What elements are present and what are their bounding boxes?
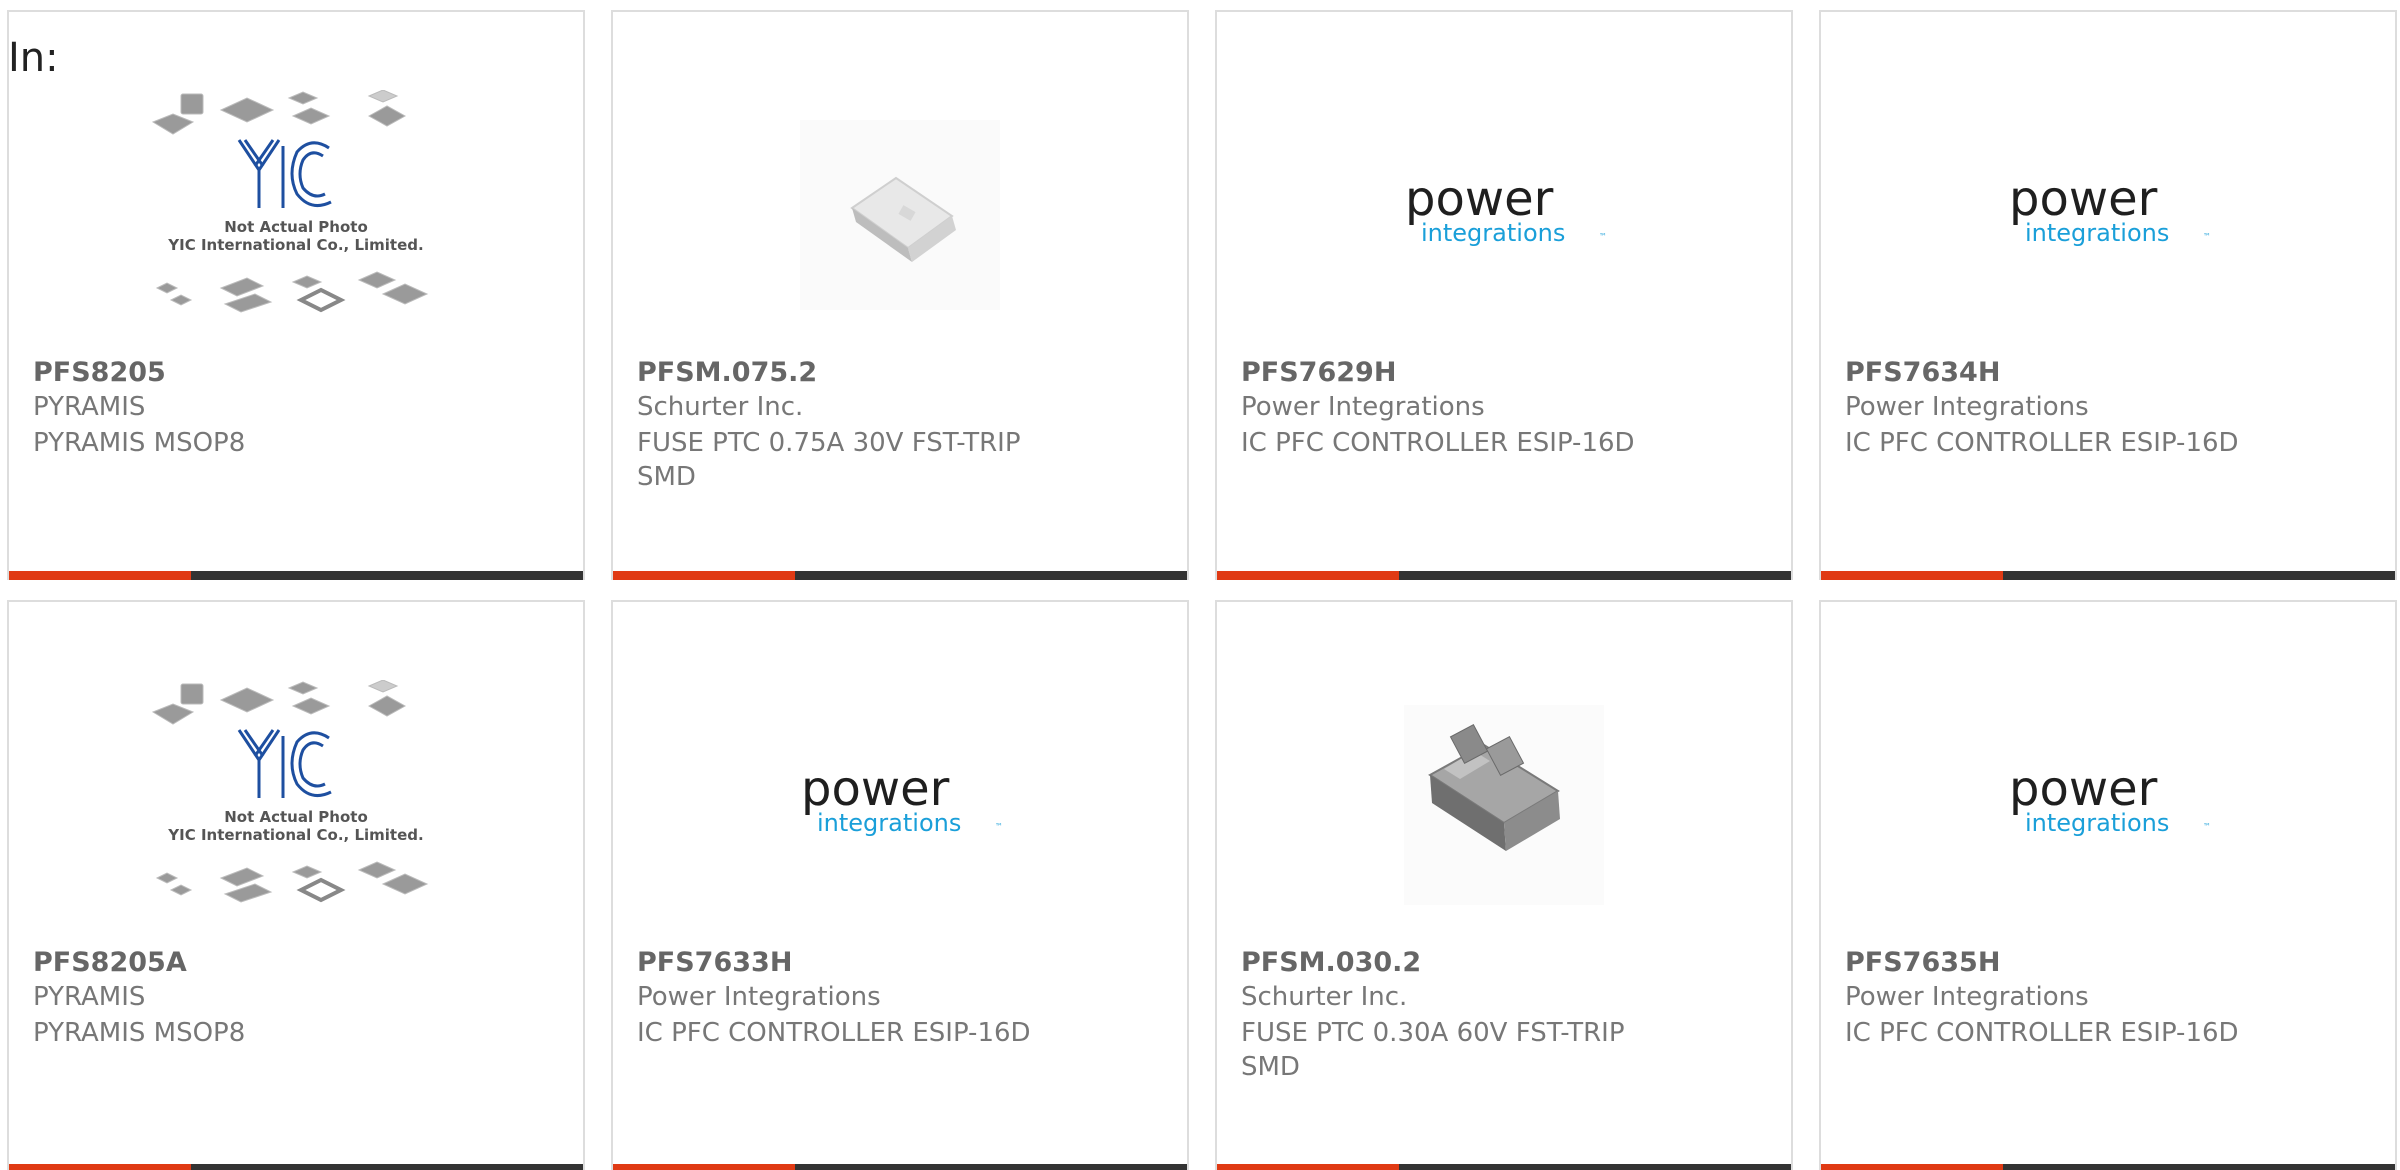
product-card[interactable]: PFSM.030.2 Schurter Inc. FUSE PTC 0.30A …	[1215, 600, 1793, 1170]
product-card[interactable]: power integrations ™ PFS7629H Power Inte…	[1215, 10, 1793, 580]
part-number[interactable]: PFS7633H	[637, 947, 792, 978]
product-image[interactable]: Not Actual Photo YIC International Co., …	[9, 80, 583, 350]
product-image[interactable]	[613, 80, 1187, 350]
placeholder-line2: YIC International Co., Limited.	[167, 826, 423, 844]
card-bottom-bar	[9, 571, 583, 580]
logo-word-integrations: integrations	[2025, 219, 2169, 247]
manufacturer: Power Integrations	[637, 982, 881, 1012]
description: PYRAMIS MSOP8	[33, 428, 246, 458]
product-card[interactable]: power integrations ™ PFS7635H Power Inte…	[1819, 600, 2397, 1170]
card-bottom-bar	[9, 1164, 583, 1170]
product-card[interactable]: PFSM.075.2 Schurter Inc. FUSE PTC 0.75A …	[611, 10, 1189, 580]
fuse-image	[1404, 705, 1604, 905]
power-integrations-logo: power integrations ™	[801, 765, 1003, 837]
description: IC PFC CONTROLLER ESIP-16D	[1241, 428, 1635, 458]
product-card[interactable]: Not Actual Photo YIC International Co., …	[7, 600, 585, 1170]
part-number[interactable]: PFS7634H	[1845, 357, 2000, 388]
part-number[interactable]: PFS7629H	[1241, 357, 1396, 388]
card-accent	[613, 1164, 795, 1170]
description: FUSE PTC 0.75A 30V FST-TRIP SMD	[637, 428, 1021, 492]
part-number[interactable]: PFS8205A	[33, 947, 187, 978]
manufacturer: Power Integrations	[1845, 392, 2089, 422]
card-accent	[1821, 1164, 2003, 1170]
card-accent	[1217, 1164, 1399, 1170]
card-accent	[1217, 571, 1399, 580]
fuse-image	[800, 120, 1000, 310]
product-image[interactable]: Not Actual Photo YIC International Co., …	[9, 670, 583, 940]
card-bottom-bar	[1821, 1164, 2395, 1170]
description: PYRAMIS MSOP8	[33, 1018, 246, 1048]
logo-tm: ™	[2203, 232, 2211, 241]
card-accent	[9, 571, 191, 580]
card-accent	[613, 571, 795, 580]
power-integrations-logo: power integrations ™	[2009, 765, 2211, 837]
card-bottom-bar	[1217, 571, 1791, 580]
part-number[interactable]: PFSM.075.2	[637, 357, 817, 388]
manufacturer: Schurter Inc.	[637, 392, 804, 422]
placeholder-line1: Not Actual Photo	[224, 218, 368, 236]
description: FUSE PTC 0.30A 60V FST-TRIP SMD	[1241, 1018, 1625, 1082]
product-image[interactable]: power integrations ™	[1217, 80, 1791, 350]
description: IC PFC CONTROLLER ESIP-16D	[1845, 428, 2239, 458]
manufacturer: PYRAMIS	[33, 982, 146, 1012]
part-number[interactable]: PFS7635H	[1845, 947, 2000, 978]
card-bottom-bar	[1821, 571, 2395, 580]
manufacturer: PYRAMIS	[33, 392, 146, 422]
manufacturer: Power Integrations	[1845, 982, 2089, 1012]
placeholder-line1: Not Actual Photo	[224, 808, 368, 826]
card-bottom-bar	[613, 571, 1187, 580]
card-bottom-bar	[613, 1164, 1187, 1170]
product-image[interactable]: power integrations ™	[1821, 80, 2395, 350]
product-image[interactable]: power integrations ™	[1821, 670, 2395, 940]
description: IC PFC CONTROLLER ESIP-16D	[1845, 1018, 2239, 1048]
part-number[interactable]: PFS8205	[33, 357, 166, 388]
card-accent	[1821, 571, 2003, 580]
logo-word-integrations: integrations	[2025, 809, 2169, 837]
product-image[interactable]: power integrations ™	[613, 670, 1187, 940]
in-label: In:	[8, 35, 59, 81]
product-card[interactable]: Not Actual Photo YIC International Co., …	[7, 10, 585, 580]
logo-tm: ™	[995, 822, 1003, 831]
yic-placeholder-image: Not Actual Photo YIC International Co., …	[151, 680, 429, 903]
product-image[interactable]	[1217, 670, 1791, 940]
yic-placeholder-image: Not Actual Photo YIC International Co., …	[151, 90, 429, 313]
power-integrations-logo: power integrations ™	[1405, 175, 1607, 247]
product-card[interactable]: power integrations ™ PFS7633H Power Inte…	[611, 600, 1189, 1170]
manufacturer: Power Integrations	[1241, 392, 1485, 422]
power-integrations-logo: power integrations ™	[2009, 175, 2211, 247]
logo-word-integrations: integrations	[817, 809, 961, 837]
logo-tm: ™	[1599, 232, 1607, 241]
card-accent	[9, 1164, 191, 1170]
description: IC PFC CONTROLLER ESIP-16D	[637, 1018, 1031, 1048]
product-card[interactable]: power integrations ™ PFS7634H Power Inte…	[1819, 10, 2397, 580]
logo-word-integrations: integrations	[1421, 219, 1565, 247]
placeholder-line2: YIC International Co., Limited.	[167, 236, 423, 254]
card-bottom-bar	[1217, 1164, 1791, 1170]
part-number[interactable]: PFSM.030.2	[1241, 947, 1421, 978]
manufacturer: Schurter Inc.	[1241, 982, 1408, 1012]
logo-tm: ™	[2203, 822, 2211, 831]
